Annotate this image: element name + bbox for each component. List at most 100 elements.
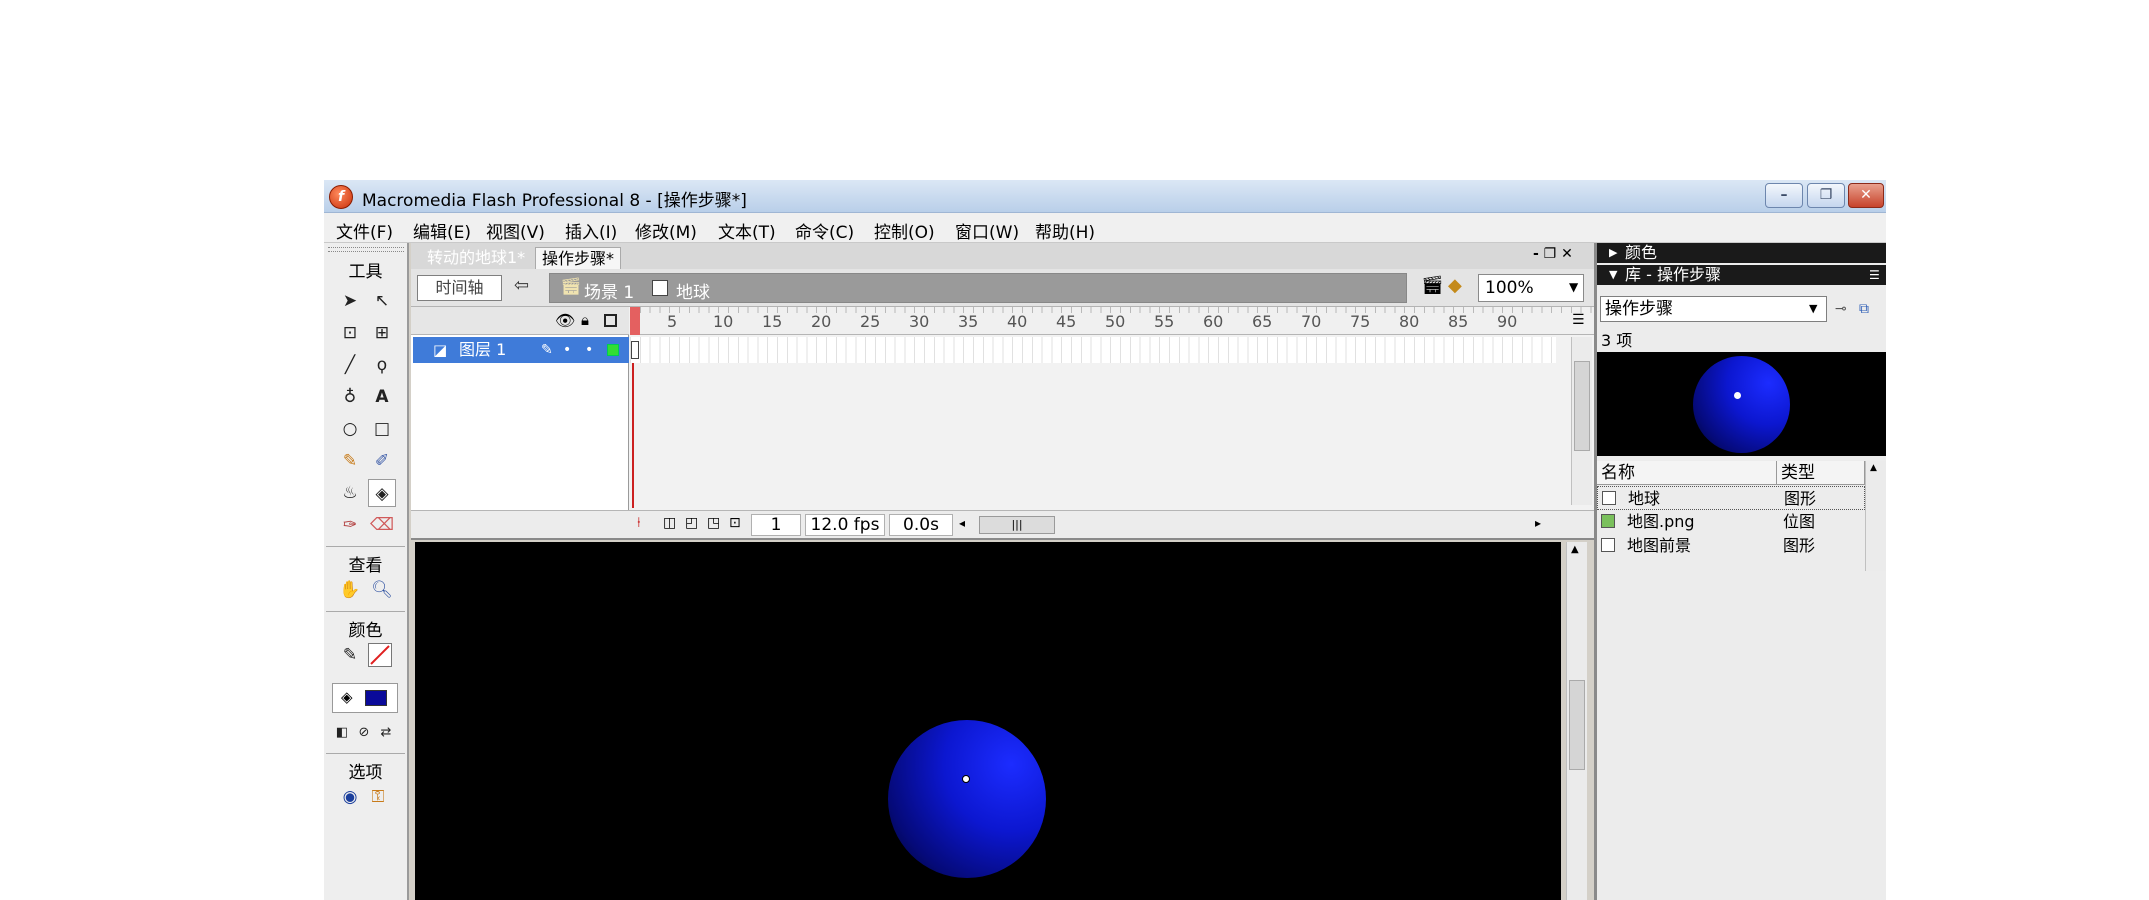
close-button[interactable]: ✕ (1848, 183, 1884, 208)
edit-symbols-icon[interactable]: ◆ (1448, 275, 1462, 296)
library-item-map-foreground[interactable]: 地图前景 图形 (1597, 534, 1865, 558)
flash-app-icon: f (329, 185, 353, 209)
fill-color-control[interactable]: ◈ (332, 683, 398, 713)
registration-point (962, 775, 970, 783)
paint-bucket-tool-icon[interactable]: ◈ (368, 479, 396, 507)
subselection-tool-icon[interactable]: ↖ (368, 287, 396, 315)
rectangle-tool-icon[interactable]: □ (368, 415, 396, 443)
library-panel-header[interactable]: ▼ 库 - 操作步骤 ☰ (1597, 265, 1886, 285)
lasso-tool-icon[interactable]: ϙ (368, 351, 396, 379)
minimize-button[interactable]: – (1765, 183, 1803, 208)
panel-options-icon[interactable]: ☰ (1869, 265, 1880, 285)
library-scrollbar[interactable]: ▲ (1865, 461, 1886, 571)
playhead-marker[interactable] (630, 307, 640, 335)
edit-bar: 时间轴 ⇦ 🎬︎ 场景 1 地球 🎬︎ ◆ 100% ▼ (411, 269, 1594, 307)
tab-rotating-earth[interactable]: 转动的地球1* (421, 247, 531, 269)
column-type-header[interactable]: 类型 (1777, 461, 1865, 485)
stroke-color-icon[interactable]: ✎ (336, 641, 364, 669)
edit-scene-icon[interactable]: 🎬︎ (1421, 275, 1444, 296)
brush-tool-icon[interactable]: ✐ (368, 447, 396, 475)
ink-bottle-tool-icon[interactable]: ♨ (336, 479, 364, 507)
zoom-tool-icon[interactable]: 🔍︎ (368, 576, 396, 604)
eyedropper-tool-icon[interactable]: ✑ (336, 511, 364, 539)
library-item-map-png[interactable]: 地图.png 位图 (1597, 510, 1865, 534)
layer-row[interactable]: ◪ 图层 1 ✎ • • (413, 337, 629, 363)
keyframe[interactable] (631, 341, 639, 359)
menu-commands[interactable]: 命令(C) (795, 218, 854, 243)
layer-visible-dot[interactable]: • (563, 337, 571, 363)
stage-vertical-scrollbar[interactable]: ▲ (1566, 542, 1587, 900)
text-tool-icon[interactable]: A (368, 383, 396, 411)
center-frame-icon[interactable]: ⍿ (637, 515, 641, 531)
modify-onion-markers-icon[interactable]: ⊡ (729, 515, 741, 531)
library-document-select[interactable]: 操作步骤 ▼ (1600, 296, 1827, 322)
frame-row[interactable] (630, 337, 1556, 363)
tab-operation-steps[interactable]: 操作步骤* (535, 247, 622, 269)
horizontal-scroll-thumb[interactable]: ||| (979, 516, 1055, 534)
title-bar[interactable]: f Macromedia Flash Professional 8 - [操作步… (324, 180, 1886, 213)
timeline-toggle-button[interactable]: 时间轴 (417, 275, 502, 301)
selection-tool-icon[interactable]: ➤ (336, 287, 364, 315)
outline-icon[interactable] (604, 314, 617, 327)
fill-transform-tool-icon[interactable]: ⊞ (368, 319, 396, 347)
earth-graphic-symbol[interactable] (888, 720, 1046, 878)
scroll-up-icon[interactable]: ▲ (1571, 544, 1579, 555)
timeline-vertical-scrollbar[interactable] (1571, 337, 1592, 505)
hand-tool-icon[interactable]: ✋ (336, 576, 364, 604)
library-item-earth[interactable]: 地球 图形 (1597, 486, 1865, 510)
column-name-header[interactable]: 名称 (1597, 461, 1777, 485)
free-transform-tool-icon[interactable]: ⊡ (336, 319, 364, 347)
onion-skin-icon[interactable]: ◫ (663, 515, 676, 531)
frame-ruler[interactable]: 5 10 15 20 25 30 35 40 45 50 55 60 65 70… (630, 307, 1594, 335)
menu-modify[interactable]: 修改(M) (635, 218, 697, 243)
back-arrow-icon[interactable]: ⇦ (514, 275, 529, 296)
menu-edit[interactable]: 编辑(E) (413, 218, 471, 243)
onion-outline-icon[interactable]: ◰ (685, 515, 698, 531)
scroll-thumb[interactable] (1574, 361, 1590, 451)
eraser-tool-icon[interactable]: ⌫ (368, 511, 396, 539)
menu-insert[interactable]: 插入(I) (565, 218, 617, 243)
scroll-thumb[interactable] (1569, 680, 1585, 770)
pin-library-icon[interactable]: ⊸ (1835, 301, 1847, 317)
layer-header: 👁︎ 🔒︎ (411, 307, 629, 335)
lock-icon[interactable]: 🔒︎ (581, 311, 589, 329)
breadcrumb: 🎬︎ 场景 1 地球 (549, 273, 1407, 303)
playhead-line (632, 363, 634, 508)
stage-canvas[interactable] (415, 542, 1561, 900)
breadcrumb-scene[interactable]: 场景 1 (584, 278, 634, 303)
pencil-tool-icon[interactable]: ✎ (336, 447, 364, 475)
tools-grip[interactable] (328, 247, 404, 252)
document-window-controls[interactable]: ‑ ❐ ✕ (1533, 246, 1573, 262)
frame-rate-display[interactable]: 12.0 fps (805, 514, 885, 536)
pen-tool-icon[interactable]: ♁ (336, 383, 364, 411)
tools-separator (326, 611, 405, 612)
eye-icon[interactable]: 👁︎ (555, 311, 575, 330)
menu-control[interactable]: 控制(O) (874, 218, 935, 243)
restore-button[interactable]: ❐ (1807, 183, 1845, 208)
preview-registration-point (1734, 392, 1741, 399)
breadcrumb-symbol[interactable]: 地球 (676, 278, 710, 303)
menu-view[interactable]: 视图(V) (486, 218, 545, 243)
menu-file[interactable]: 文件(F) (336, 218, 393, 243)
color-panel-header[interactable]: ▶ 颜色 (1597, 243, 1886, 263)
oval-tool-icon[interactable]: ○ (336, 415, 364, 443)
gap-size-icon[interactable]: ◉ (336, 783, 364, 811)
layer-lock-dot[interactable]: • (585, 337, 593, 363)
layer-outline-color[interactable] (607, 344, 619, 356)
menu-window[interactable]: 窗口(W) (955, 218, 1019, 243)
scroll-up-icon[interactable]: ▲ (1870, 463, 1877, 473)
menu-help[interactable]: 帮助(H) (1035, 218, 1095, 243)
edit-multiple-frames-icon[interactable]: ◳ (707, 515, 720, 531)
chevron-down-icon[interactable]: ▼ (1569, 280, 1578, 294)
scroll-right-icon[interactable]: ▸ (1535, 516, 1541, 530)
new-library-panel-icon[interactable]: ⧉ (1859, 301, 1869, 317)
menu-text[interactable]: 文本(T) (718, 218, 776, 243)
stroke-color-swatch[interactable] (368, 643, 392, 667)
scroll-left-icon[interactable]: ◂ (959, 516, 965, 530)
line-tool-icon[interactable]: ╱ (336, 351, 364, 379)
fill-color-swatch[interactable] (365, 690, 387, 706)
lock-fill-icon[interactable]: ⚿ (364, 783, 392, 811)
layer-name[interactable]: 图层 1 (459, 337, 506, 363)
swap-colors-icon[interactable]: ⇄ (372, 719, 400, 747)
timeline-options-icon[interactable]: ☰ (1572, 312, 1585, 328)
